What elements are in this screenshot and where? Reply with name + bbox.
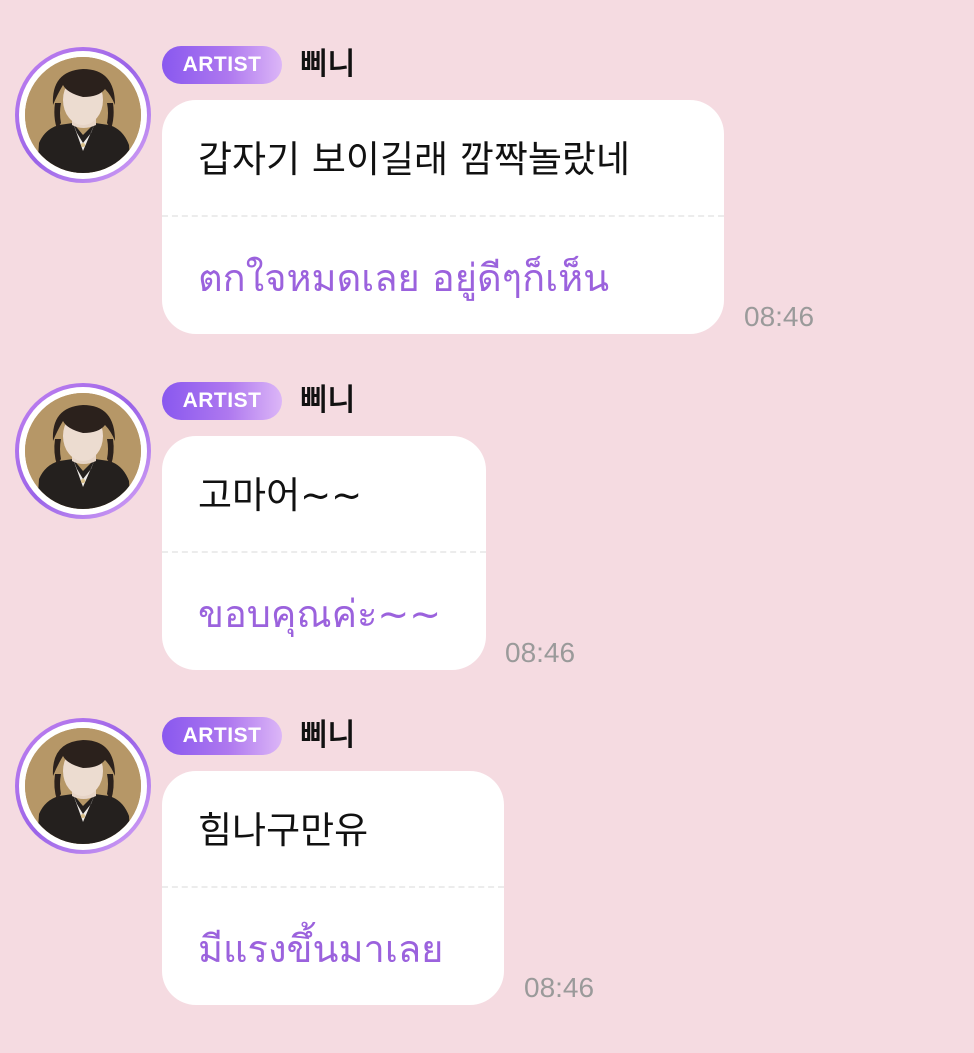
translation-text: มีแรงขึ้นมาเลย bbox=[198, 927, 444, 971]
artist-avatar[interactable] bbox=[15, 718, 151, 854]
message-item: ARTIST 삐니 힘나구만유 มีแรงขึ้นมาเลย 08:46 bbox=[0, 671, 974, 1006]
original-text: 고마어~~ bbox=[198, 474, 363, 517]
original-text: 힘나구만유 bbox=[198, 809, 369, 852]
message-item: ARTIST 삐니 갑자기 보이길래 깜짝놀랐네 ตกใจหมดเลย อยู่… bbox=[0, 0, 974, 335]
avatar-photo bbox=[25, 728, 141, 844]
sender-name[interactable]: 삐니 bbox=[300, 380, 355, 422]
artist-badge: ARTIST bbox=[162, 46, 282, 84]
artist-badge: ARTIST bbox=[162, 382, 282, 420]
translation-text: ขอบคุณค่ะ~~ bbox=[198, 592, 442, 636]
avatar-photo bbox=[25, 57, 141, 173]
profile-photo-icon bbox=[25, 728, 141, 844]
chat-screen: ARTIST 삐니 갑자기 보이길래 깜짝놀랐네 ตกใจหมดเลย อยู่… bbox=[0, 0, 974, 1053]
timestamp: 08:46 bbox=[524, 972, 595, 1003]
profile-photo-icon bbox=[25, 393, 141, 509]
message-item: ARTIST 삐니 고마어~~ ขอบคุณค่ะ~~ 08:46 bbox=[0, 336, 974, 671]
bubble-divider bbox=[162, 886, 504, 888]
avatar-photo bbox=[25, 393, 141, 509]
original-text: 갑자기 보이길래 깜짝놀랐네 bbox=[198, 138, 631, 181]
artist-avatar[interactable] bbox=[15, 383, 151, 519]
message-bubble[interactable]: 힘나구만유 มีแรงขึ้นมาเลย bbox=[162, 771, 504, 1005]
bubble-divider bbox=[162, 551, 486, 553]
translation-text: ตกใจหมดเลย อยู่ดีๆก็เห็น bbox=[198, 256, 610, 300]
sender-name[interactable]: 삐니 bbox=[300, 44, 355, 86]
message-bubble[interactable]: 고마어~~ ขอบคุณค่ะ~~ bbox=[162, 436, 486, 670]
timestamp: 08:46 bbox=[505, 637, 576, 668]
artist-avatar[interactable] bbox=[15, 47, 151, 183]
message-bubble[interactable]: 갑자기 보이길래 깜짝놀랐네 ตกใจหมดเลย อยู่ดีๆก็เห็น bbox=[162, 100, 724, 334]
sender-name[interactable]: 삐니 bbox=[300, 715, 355, 757]
artist-badge: ARTIST bbox=[162, 717, 282, 755]
bubble-divider bbox=[162, 215, 724, 217]
timestamp: 08:46 bbox=[744, 301, 815, 332]
profile-photo-icon bbox=[25, 57, 141, 173]
